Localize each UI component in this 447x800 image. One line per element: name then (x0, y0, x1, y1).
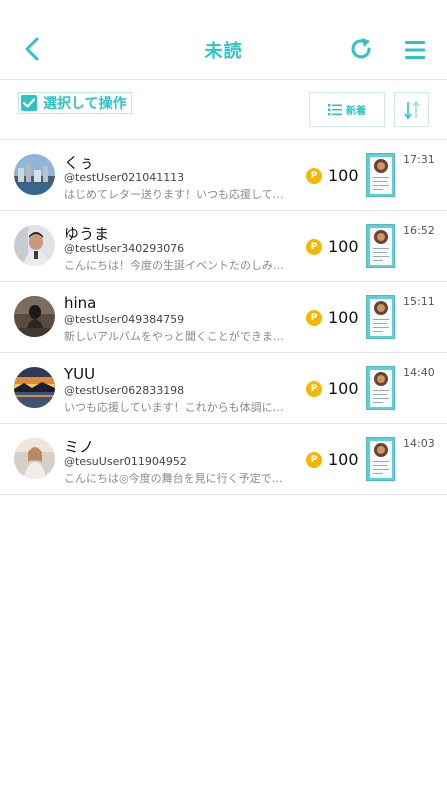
list-toolbar: 選択して操作 新着 (0, 80, 447, 140)
coin-icon: P (306, 451, 322, 468)
sender-name: ゆうま (64, 225, 110, 243)
message-time: 14:03 (403, 437, 435, 450)
sender-user-id: @testUser049384759 (64, 313, 185, 326)
message-row[interactable]: YUU @testUser062833198 いつも応援しています！これからも体… (0, 353, 447, 424)
message-time: 17:31 (403, 153, 435, 166)
points-display: P 100 (306, 237, 359, 256)
sort-order-button[interactable] (394, 92, 429, 127)
message-list: くぅ @testUser021041113 はじめてレター送ります！いつも応援し… (0, 140, 447, 495)
message-row[interactable]: くぅ @testUser021041113 はじめてレター送ります！いつも応援し… (0, 140, 447, 211)
message-time: 14:40 (403, 366, 435, 379)
refresh-icon (351, 38, 371, 59)
sender-name: hina (64, 294, 97, 312)
points-display: P 100 (306, 379, 359, 398)
avatar (14, 367, 55, 408)
message-preview: はじめてレター送ります！いつも応援していま... (64, 188, 286, 201)
points-value: 100 (328, 450, 359, 469)
refresh-button[interactable] (348, 36, 374, 62)
message-row[interactable]: ゆうま @testUser340293076 こんにちは！今度の生誕イベントたの… (0, 211, 447, 282)
select-operate-button[interactable]: 選択して操作 (18, 92, 132, 114)
coin-icon: P (306, 309, 322, 326)
message-preview: いつも応援しています！これからも体調には... (64, 401, 286, 414)
sender-name: YUU (64, 365, 96, 383)
message-preview: こんにちは！今度の生誕イベントたのしみにし... (64, 259, 286, 272)
avatar (14, 154, 55, 195)
points-value: 100 (328, 379, 359, 398)
sender-user-id: @testUser062833198 (64, 384, 185, 397)
avatar (14, 225, 55, 266)
letter-thumbnail[interactable] (366, 295, 395, 339)
sender-name: ミノ (64, 438, 95, 456)
page-title: 未読 (204, 41, 243, 62)
message-preview: 新しいアルバムをやっと聞くことができました... (64, 330, 286, 343)
points-display: P 100 (306, 166, 359, 185)
checkbox-icon (21, 95, 37, 111)
message-preview: こんにちは◎今度の舞台を見に行く予定です... (64, 472, 286, 485)
points-value: 100 (328, 308, 359, 327)
menu-button[interactable] (403, 38, 427, 62)
list-icon (328, 103, 342, 115)
sort-new-label: 新着 (346, 106, 366, 117)
message-row[interactable]: hina @testUser049384759 新しいアルバムをやっと聞くことが… (0, 282, 447, 353)
message-time: 15:11 (403, 295, 435, 308)
select-operate-label: 選択して操作 (43, 96, 127, 112)
sort-arrows-icon (403, 100, 420, 119)
app-header: 未読 (0, 0, 447, 80)
message-time: 16:52 (403, 224, 435, 237)
sender-user-id: @tesuUser011904952 (64, 455, 187, 468)
sort-new-button[interactable]: 新着 (309, 92, 385, 127)
avatar (14, 296, 55, 337)
letter-thumbnail[interactable] (366, 437, 395, 481)
points-value: 100 (328, 166, 359, 185)
hamburger-menu-icon (405, 41, 425, 59)
sender-user-id: @testUser340293076 (64, 242, 185, 255)
letter-thumbnail[interactable] (366, 153, 395, 197)
sender-name: くぅ (64, 154, 95, 172)
coin-icon: P (306, 380, 322, 397)
points-value: 100 (328, 237, 359, 256)
letter-thumbnail[interactable] (366, 224, 395, 268)
points-display: P 100 (306, 450, 359, 469)
avatar (14, 438, 55, 479)
message-row[interactable]: ミノ @tesuUser011904952 こんにちは◎今度の舞台を見に行く予定… (0, 424, 447, 495)
coin-icon: P (306, 167, 322, 184)
coin-icon: P (306, 238, 322, 255)
points-display: P 100 (306, 308, 359, 327)
letter-thumbnail[interactable] (366, 366, 395, 410)
sender-user-id: @testUser021041113 (64, 171, 185, 184)
